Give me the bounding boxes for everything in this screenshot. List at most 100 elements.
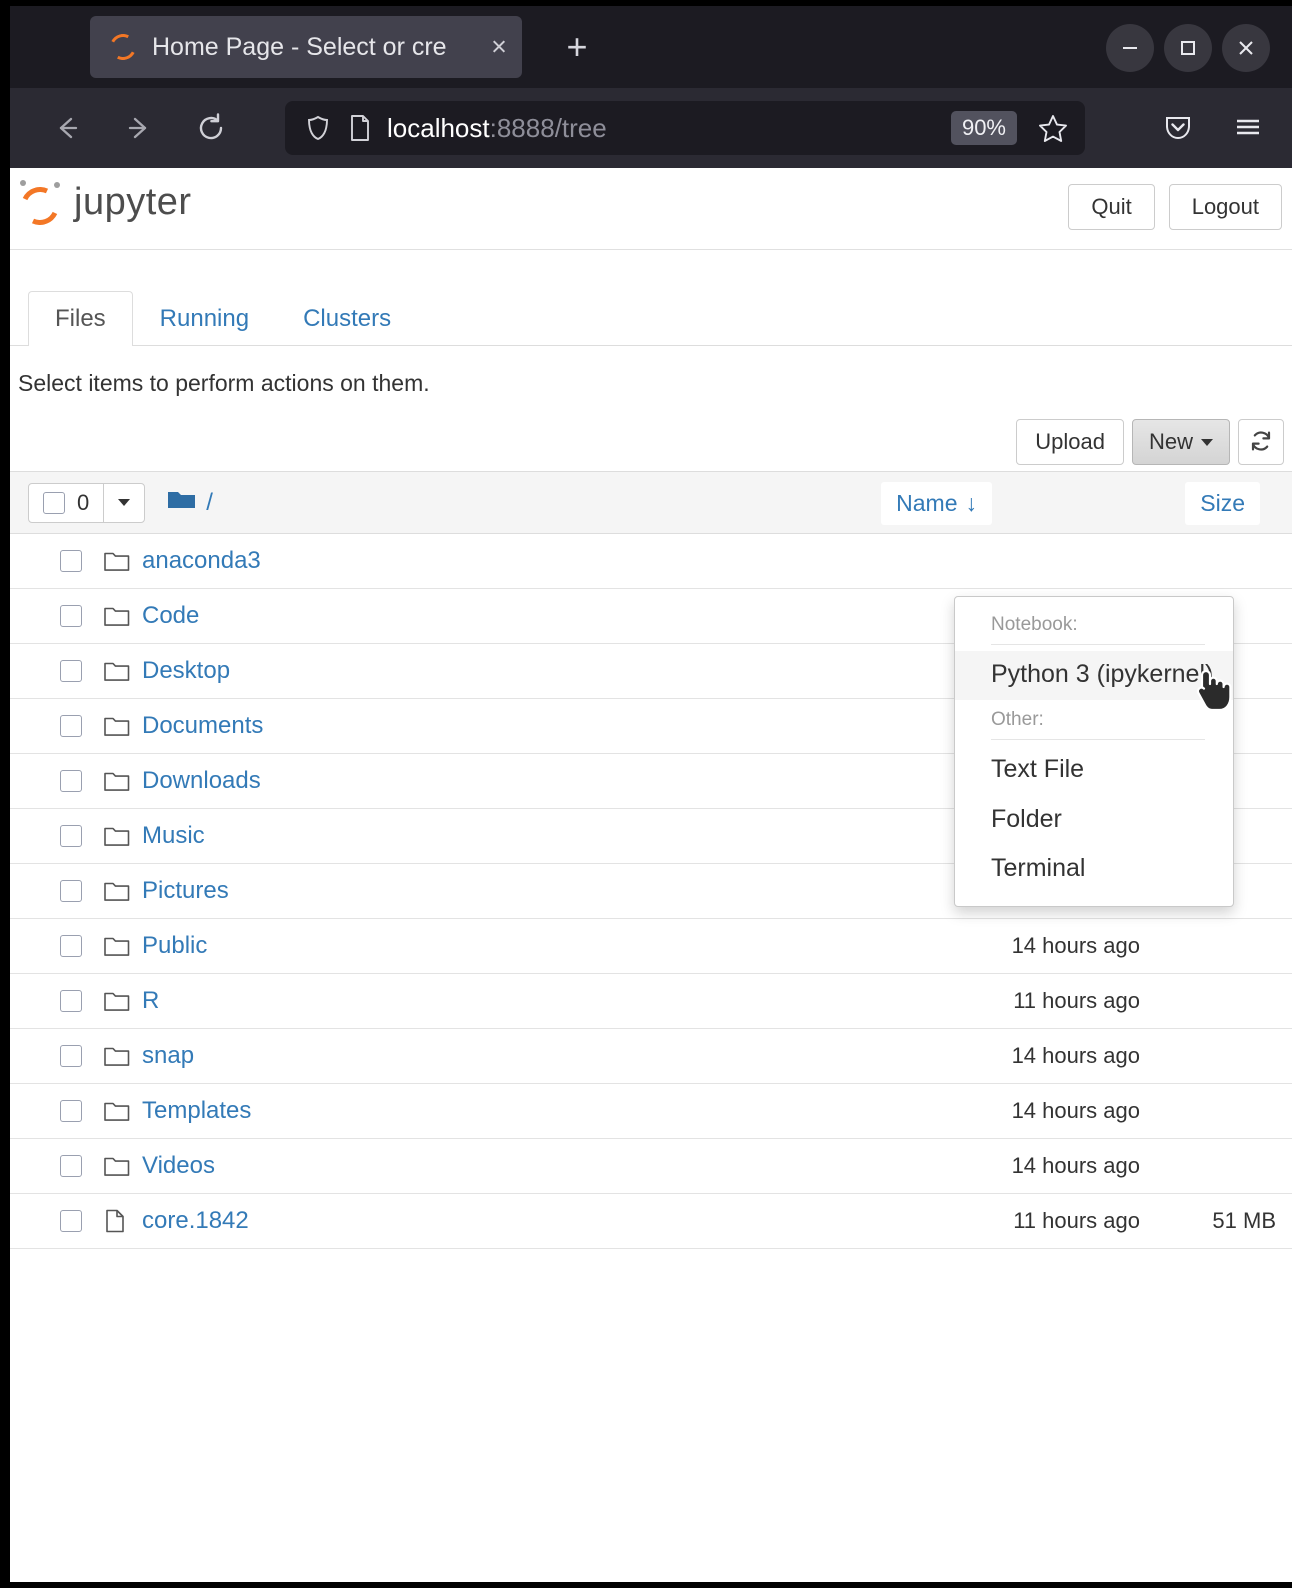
row-checkbox[interactable]	[60, 550, 82, 572]
table-row[interactable]: snap 14 hours ago	[10, 1029, 1292, 1084]
chevron-down-icon	[118, 499, 130, 506]
folder-icon	[104, 935, 130, 957]
file-modified: 14 hours ago	[1012, 1043, 1140, 1069]
url-host: localhost	[387, 113, 490, 143]
shield-icon	[303, 113, 333, 143]
table-row[interactable]: Public 14 hours ago	[10, 919, 1292, 974]
zoom-level-badge[interactable]: 90%	[951, 111, 1017, 145]
sort-by-size-button[interactable]: Size	[1185, 482, 1260, 525]
quit-button[interactable]: Quit	[1068, 184, 1154, 230]
file-name-link[interactable]: Music	[142, 822, 205, 850]
selection-hint: Select items to perform actions on them.	[10, 346, 1292, 397]
jupyter-wordmark: jupyter	[74, 181, 192, 224]
table-row[interactable]: Videos 14 hours ago	[10, 1139, 1292, 1194]
file-name-link[interactable]: Public	[142, 932, 207, 960]
file-name-link[interactable]: Desktop	[142, 657, 230, 685]
browser-tab[interactable]: Home Page - Select or cre ×	[90, 16, 522, 78]
browser-right-controls	[1152, 101, 1274, 153]
back-arrow-icon[interactable]	[40, 101, 94, 155]
row-checkbox[interactable]	[60, 1045, 82, 1067]
folder-icon	[104, 715, 130, 737]
folder-icon	[104, 1100, 130, 1122]
menu-item-terminal[interactable]: Terminal	[955, 845, 1233, 894]
file-modified: 14 hours ago	[1012, 1153, 1140, 1179]
menu-item-folder[interactable]: Folder	[955, 796, 1233, 845]
row-checkbox[interactable]	[60, 935, 82, 957]
jupyter-logo[interactable]: jupyter	[18, 180, 192, 224]
file-name-link[interactable]: R	[142, 987, 159, 1015]
minimize-icon[interactable]	[1106, 24, 1154, 72]
tab-running[interactable]: Running	[133, 291, 276, 346]
table-row[interactable]: Templates14 hours ago	[10, 1084, 1292, 1139]
row-checkbox[interactable]	[60, 825, 82, 847]
row-checkbox[interactable]	[60, 990, 82, 1012]
menu-divider	[991, 739, 1205, 740]
browser-tab-title: Home Page - Select or cre	[152, 33, 510, 62]
file-name-link[interactable]: anaconda3	[142, 547, 261, 575]
folder-icon	[104, 660, 130, 682]
table-row[interactable]: R 11 hours ago	[10, 974, 1292, 1029]
selected-count: 0	[77, 490, 89, 516]
file-name-link[interactable]: snap	[142, 1042, 194, 1070]
folder-icon	[104, 605, 130, 627]
row-checkbox[interactable]	[60, 715, 82, 737]
select-all-checkbox[interactable]	[43, 492, 65, 514]
table-row[interactable]: anaconda3	[10, 534, 1292, 589]
folder-icon	[167, 488, 197, 517]
refresh-button[interactable]	[1238, 419, 1284, 465]
sort-name-label: Name	[896, 490, 957, 517]
row-checkbox[interactable]	[60, 880, 82, 902]
logout-button[interactable]: Logout	[1169, 184, 1282, 230]
row-checkbox[interactable]	[60, 1155, 82, 1177]
file-modified: 11 hours ago	[1013, 988, 1140, 1014]
maximize-icon[interactable]	[1164, 24, 1212, 72]
new-dropdown-menu: Notebook: Python 3 (ipykernel) Other: Te…	[954, 596, 1234, 907]
row-checkbox[interactable]	[60, 1100, 82, 1122]
bookmark-star-icon[interactable]	[1031, 106, 1075, 150]
menu-item-text-file[interactable]: Text File	[955, 746, 1233, 795]
close-icon[interactable]	[1222, 24, 1270, 72]
file-name-link[interactable]: Templates	[142, 1097, 251, 1125]
select-all-control[interactable]: 0	[29, 484, 103, 522]
file-name-link[interactable]: Pictures	[142, 877, 229, 905]
url-bar[interactable]: localhost:8888/tree 90%	[285, 101, 1085, 155]
notebook-group-label: Notebook:	[955, 605, 1233, 642]
file-name-link[interactable]: Downloads	[142, 767, 261, 795]
file-name-link[interactable]: Videos	[142, 1152, 215, 1180]
pocket-icon[interactable]	[1152, 101, 1204, 153]
breadcrumb-root[interactable]: /	[206, 489, 213, 517]
table-row[interactable]: core.184211 hours ago51 MB	[10, 1194, 1292, 1249]
row-checkbox[interactable]	[60, 1210, 82, 1232]
row-checkbox[interactable]	[60, 660, 82, 682]
folder-icon	[104, 990, 130, 1012]
file-name-link[interactable]: Documents	[142, 712, 263, 740]
file-modified: 14 hours ago	[1012, 933, 1140, 959]
close-tab-icon[interactable]: ×	[486, 34, 512, 61]
sort-by-name-button[interactable]: Name ↓	[881, 482, 992, 525]
reload-icon[interactable]	[184, 101, 238, 155]
file-icon	[104, 1209, 130, 1233]
menu-item-python3[interactable]: Python 3 (ipykernel)	[955, 651, 1233, 700]
jupyter-header: jupyter Quit Logout	[10, 168, 1292, 250]
row-checkbox[interactable]	[60, 605, 82, 627]
file-name-link[interactable]: core.1842	[142, 1207, 249, 1235]
upload-button[interactable]: Upload	[1016, 419, 1124, 465]
menu-divider	[991, 644, 1205, 645]
page-document-icon	[347, 113, 373, 143]
tab-clusters[interactable]: Clusters	[276, 291, 418, 346]
file-size: 51 MB	[1212, 1208, 1276, 1234]
jupyter-tabs: Files Running Clusters	[10, 284, 1292, 346]
hamburger-menu-icon[interactable]	[1222, 101, 1274, 153]
file-toolbar-actions: Upload New	[1016, 419, 1284, 465]
file-name-link[interactable]: Code	[142, 602, 199, 630]
folder-icon	[104, 880, 130, 902]
file-toolbar: Upload New	[10, 397, 1292, 471]
select-all-dropdown[interactable]	[103, 484, 144, 522]
jupyter-logo-icon	[18, 180, 62, 224]
row-checkbox[interactable]	[60, 770, 82, 792]
tab-files[interactable]: Files	[28, 291, 133, 346]
folder-icon	[104, 1045, 130, 1067]
forward-arrow-icon[interactable]	[112, 101, 166, 155]
new-button[interactable]: New	[1132, 419, 1230, 465]
new-tab-button[interactable]: +	[556, 28, 598, 68]
